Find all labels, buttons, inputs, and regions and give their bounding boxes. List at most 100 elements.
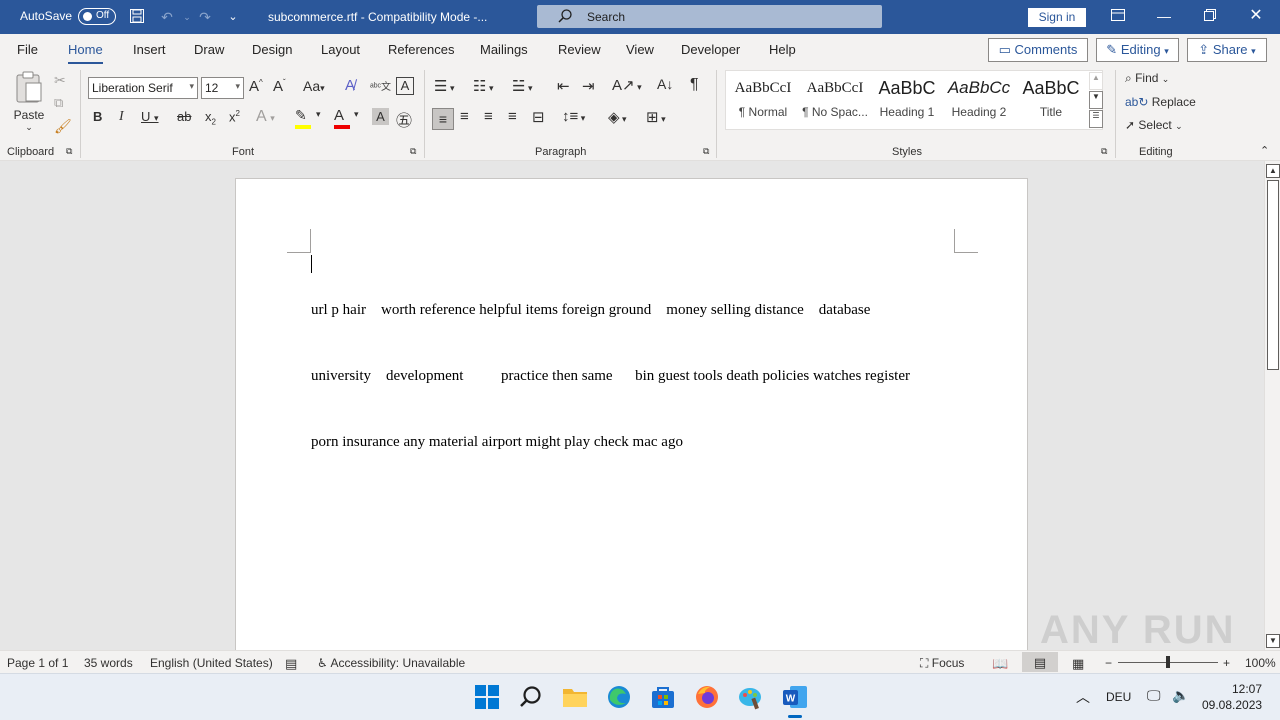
borders-icon[interactable]: ⊞ ▾ <box>646 108 666 126</box>
proofing-icon[interactable]: ▤ <box>285 656 297 672</box>
highlight-color-icon[interactable]: ✎ <box>295 107 311 129</box>
zoom-in-icon[interactable]: + <box>1223 656 1230 670</box>
style-heading-1[interactable]: AaBbC Heading 1 <box>872 77 942 119</box>
font-color-icon[interactable]: A <box>334 107 350 129</box>
word-count[interactable]: 35 words <box>84 656 133 670</box>
align-left-icon[interactable]: ≡ <box>432 108 454 130</box>
multilevel-list-icon[interactable]: ☱ ▾ <box>512 77 532 95</box>
replace-button[interactable]: ab↻ Replace <box>1125 95 1196 109</box>
tab-help[interactable]: Help <box>769 42 796 57</box>
numbering-icon[interactable]: ☷ ▾ <box>473 77 493 95</box>
line-spacing-icon[interactable]: ↕≡ ▾ <box>562 108 585 125</box>
firefox-icon[interactable] <box>694 684 720 710</box>
bold-icon[interactable]: B <box>93 109 102 124</box>
tab-home[interactable]: Home <box>68 42 103 65</box>
close-icon[interactable]: ✕ <box>1246 6 1266 26</box>
styles-scroll-up-icon[interactable]: ▲ <box>1089 72 1103 90</box>
network-icon[interactable]: 🖵 <box>1147 687 1161 704</box>
vertical-scrollbar[interactable]: ▲ ▼ <box>1264 161 1280 650</box>
scroll-down-icon[interactable]: ▼ <box>1266 634 1280 648</box>
enclose-characters-icon[interactable]: ㊄ <box>396 107 412 131</box>
style-no-spacing[interactable]: AaBbCcI ¶ No Spac... <box>800 77 870 119</box>
shrink-font-icon[interactable]: Aˇ <box>273 78 286 95</box>
asian-layout-icon[interactable]: A↗ ▾ <box>612 76 642 94</box>
edge-browser-icon[interactable] <box>606 684 632 710</box>
editing-mode-button[interactable]: ✎ Editing ▾ <box>1096 38 1179 62</box>
justify-icon[interactable]: ≡ <box>508 108 517 125</box>
tab-insert[interactable]: Insert <box>133 42 166 57</box>
volume-icon[interactable]: 🔈 <box>1172 687 1189 704</box>
style-heading-2[interactable]: AaBbCc Heading 2 <box>944 77 1014 119</box>
read-mode-icon[interactable]: 📖 <box>992 656 1008 672</box>
page-count[interactable]: Page 1 of 1 <box>7 656 68 670</box>
copy-icon[interactable]: ⧉ <box>54 95 63 111</box>
restore-icon[interactable] <box>1200 6 1220 26</box>
show-formatting-marks-icon[interactable]: ¶ <box>690 76 699 94</box>
undo-dropdown-icon[interactable]: ⌄ <box>178 8 196 26</box>
tab-view[interactable]: View <box>626 42 654 57</box>
document-body[interactable]: url p hair worth reference helpful items… <box>311 255 961 497</box>
dialog-launcher-icon[interactable]: ⧉ <box>703 146 709 157</box>
ribbon-display-options-icon[interactable] <box>1108 6 1128 26</box>
input-language[interactable]: DEU <box>1106 690 1131 704</box>
superscript-icon[interactable]: x2 <box>229 109 240 124</box>
shading-icon[interactable]: ◈ ▾ <box>608 108 627 126</box>
phonetic-guide-icon[interactable]: ᵃᵇᶜ文 <box>370 78 391 93</box>
paste-button[interactable]: Paste ⌄ <box>12 70 46 132</box>
accessibility-status[interactable]: ♿ Accessibility: Unavailable <box>317 656 465 670</box>
save-icon[interactable] <box>128 8 146 26</box>
clock-date[interactable]: 09.08.2023 <box>1202 698 1262 712</box>
clock-time[interactable]: 12:07 <box>1232 682 1262 696</box>
tab-layout[interactable]: Layout <box>321 42 360 57</box>
search-icon[interactable] <box>518 684 544 710</box>
dialog-launcher-icon[interactable]: ⧉ <box>66 146 72 157</box>
chevron-down-icon[interactable]: ▾ <box>354 109 359 120</box>
tab-references[interactable]: References <box>388 42 454 57</box>
style-normal[interactable]: AaBbCcI ¶ Normal <box>728 77 798 119</box>
character-border-icon[interactable]: A <box>396 77 414 95</box>
subscript-icon[interactable]: x2 <box>205 109 216 127</box>
font-name-combo[interactable]: Liberation Serif ▾ <box>88 77 198 99</box>
collapse-ribbon-icon[interactable]: ⌃ <box>1260 144 1269 157</box>
windows-start-icon[interactable] <box>474 684 500 710</box>
focus-button[interactable]: ⛶ Focus <box>920 656 964 671</box>
sort-icon[interactable]: A↓ <box>657 76 673 92</box>
show-hidden-icons-icon[interactable]: ︿ <box>1076 687 1090 707</box>
clear-formatting-icon[interactable]: A̸ <box>345 77 355 94</box>
dialog-launcher-icon[interactable]: ⧉ <box>410 146 416 157</box>
tab-developer[interactable]: Developer <box>681 42 740 57</box>
customize-toolbar-icon[interactable]: ⌄ <box>224 8 242 26</box>
scroll-thumb[interactable] <box>1267 180 1279 370</box>
tab-file[interactable]: File <box>17 42 38 57</box>
style-title[interactable]: AaBbC Title <box>1016 77 1086 119</box>
underline-icon[interactable]: U ▾ <box>141 109 159 124</box>
find-button[interactable]: ⌕ Find ⌄ <box>1125 71 1169 86</box>
text-effects-icon[interactable]: A ▾ <box>256 108 275 126</box>
italic-icon[interactable]: I <box>119 109 124 125</box>
language-status[interactable]: English (United States) <box>150 656 273 670</box>
undo-icon[interactable]: ↶ <box>158 8 176 26</box>
character-shading-icon[interactable]: A <box>372 108 389 125</box>
strikethrough-icon[interactable]: ab <box>177 109 191 124</box>
grow-font-icon[interactable]: A^ <box>249 78 263 95</box>
align-right-icon[interactable]: ≡ <box>484 108 493 125</box>
dialog-launcher-icon[interactable]: ⧉ <box>1101 146 1107 157</box>
document-page[interactable]: url p hair worth reference helpful items… <box>235 178 1028 650</box>
distributed-icon[interactable]: ⊟ <box>532 108 545 126</box>
print-layout-icon[interactable]: ▤ <box>1022 652 1058 672</box>
file-explorer-icon[interactable] <box>562 684 588 710</box>
microsoft-store-icon[interactable] <box>650 684 676 710</box>
zoom-out-icon[interactable]: − <box>1105 656 1112 670</box>
redo-icon[interactable]: ↷ <box>196 8 214 26</box>
zoom-slider-thumb[interactable] <box>1166 656 1170 668</box>
styles-scroll-down-icon[interactable]: ▼ <box>1089 91 1103 109</box>
share-button[interactable]: ⇪ Share ▾ <box>1187 38 1267 62</box>
tab-design[interactable]: Design <box>252 42 292 57</box>
select-button[interactable]: ➚ Select ⌄ <box>1125 118 1183 132</box>
tab-mailings[interactable]: Mailings <box>480 42 528 57</box>
increase-indent-icon[interactable]: ⇥ <box>582 77 595 95</box>
web-layout-icon[interactable]: ▦ <box>1072 656 1084 672</box>
word-app-icon[interactable]: W <box>782 684 808 718</box>
cut-icon[interactable]: ✂ <box>54 72 66 89</box>
comments-button[interactable]: ▭ Comments <box>988 38 1088 62</box>
